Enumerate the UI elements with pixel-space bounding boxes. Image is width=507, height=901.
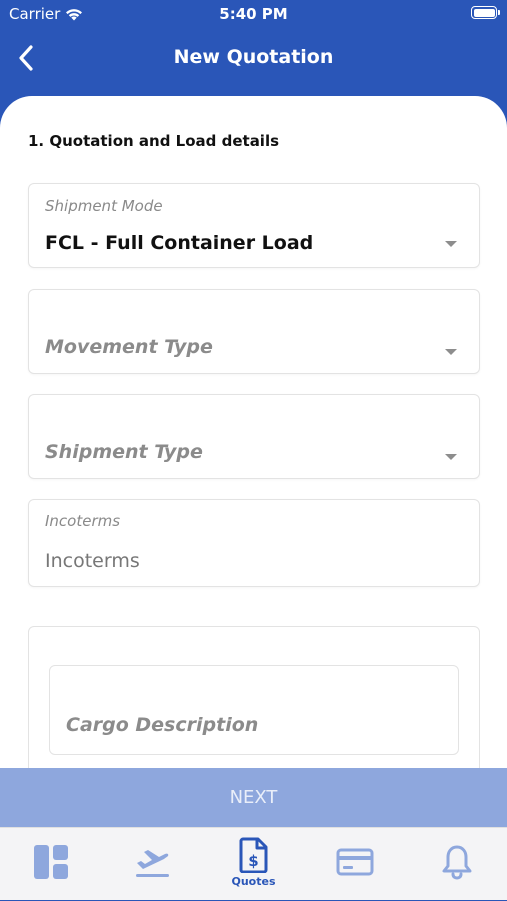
tab-notifications[interactable] xyxy=(406,828,507,901)
cargo-description-placeholder: Cargo Description xyxy=(66,714,259,736)
movement-type-select[interactable]: Movement Type xyxy=(28,289,480,374)
shipment-mode-value: FCL - Full Container Load xyxy=(45,232,314,254)
shipment-type-select[interactable]: Shipment Type xyxy=(28,394,480,479)
shipment-mode-select[interactable]: Shipment Mode FCL - Full Container Load xyxy=(28,183,480,268)
incoterms-label: Incoterms xyxy=(45,512,121,530)
tab-quotes[interactable]: $ Quotes xyxy=(203,828,304,901)
flight-departure-icon xyxy=(135,850,169,877)
battery-icon xyxy=(471,6,500,19)
svg-text:$: $ xyxy=(248,852,258,870)
status-bar: Carrier 5:40 PM xyxy=(0,0,507,28)
incoterms-field[interactable]: Incoterms Incoterms xyxy=(28,499,480,587)
tab-quotes-label: Quotes xyxy=(231,875,276,888)
form-sheet: 1. Quotation and Load details Shipment M… xyxy=(0,96,507,836)
incoterms-value: Incoterms xyxy=(45,550,140,572)
navigation-bar: New Quotation xyxy=(0,30,507,86)
section-title: 1. Quotation and Load details xyxy=(28,132,280,150)
tab-dashboard[interactable] xyxy=(0,828,101,901)
tab-shipments[interactable] xyxy=(101,828,202,901)
tab-bar: $ Quotes xyxy=(0,827,507,900)
chevron-down-icon xyxy=(445,454,457,460)
page-title: New Quotation xyxy=(173,46,334,68)
cargo-description-input[interactable]: Cargo Description xyxy=(49,665,459,755)
next-button[interactable]: NEXT xyxy=(0,768,507,827)
quote-document-icon: $ xyxy=(239,837,267,873)
bell-icon xyxy=(442,845,471,880)
chevron-down-icon xyxy=(445,241,457,247)
status-time: 5:40 PM xyxy=(219,5,288,23)
shipment-mode-label: Shipment Mode xyxy=(45,197,163,215)
chevron-down-icon xyxy=(445,349,457,355)
dashboard-icon xyxy=(33,845,68,879)
payment-card-icon xyxy=(336,848,373,876)
tab-payments[interactable] xyxy=(304,828,405,901)
movement-type-placeholder: Movement Type xyxy=(45,336,213,358)
shipment-type-placeholder: Shipment Type xyxy=(45,441,203,463)
